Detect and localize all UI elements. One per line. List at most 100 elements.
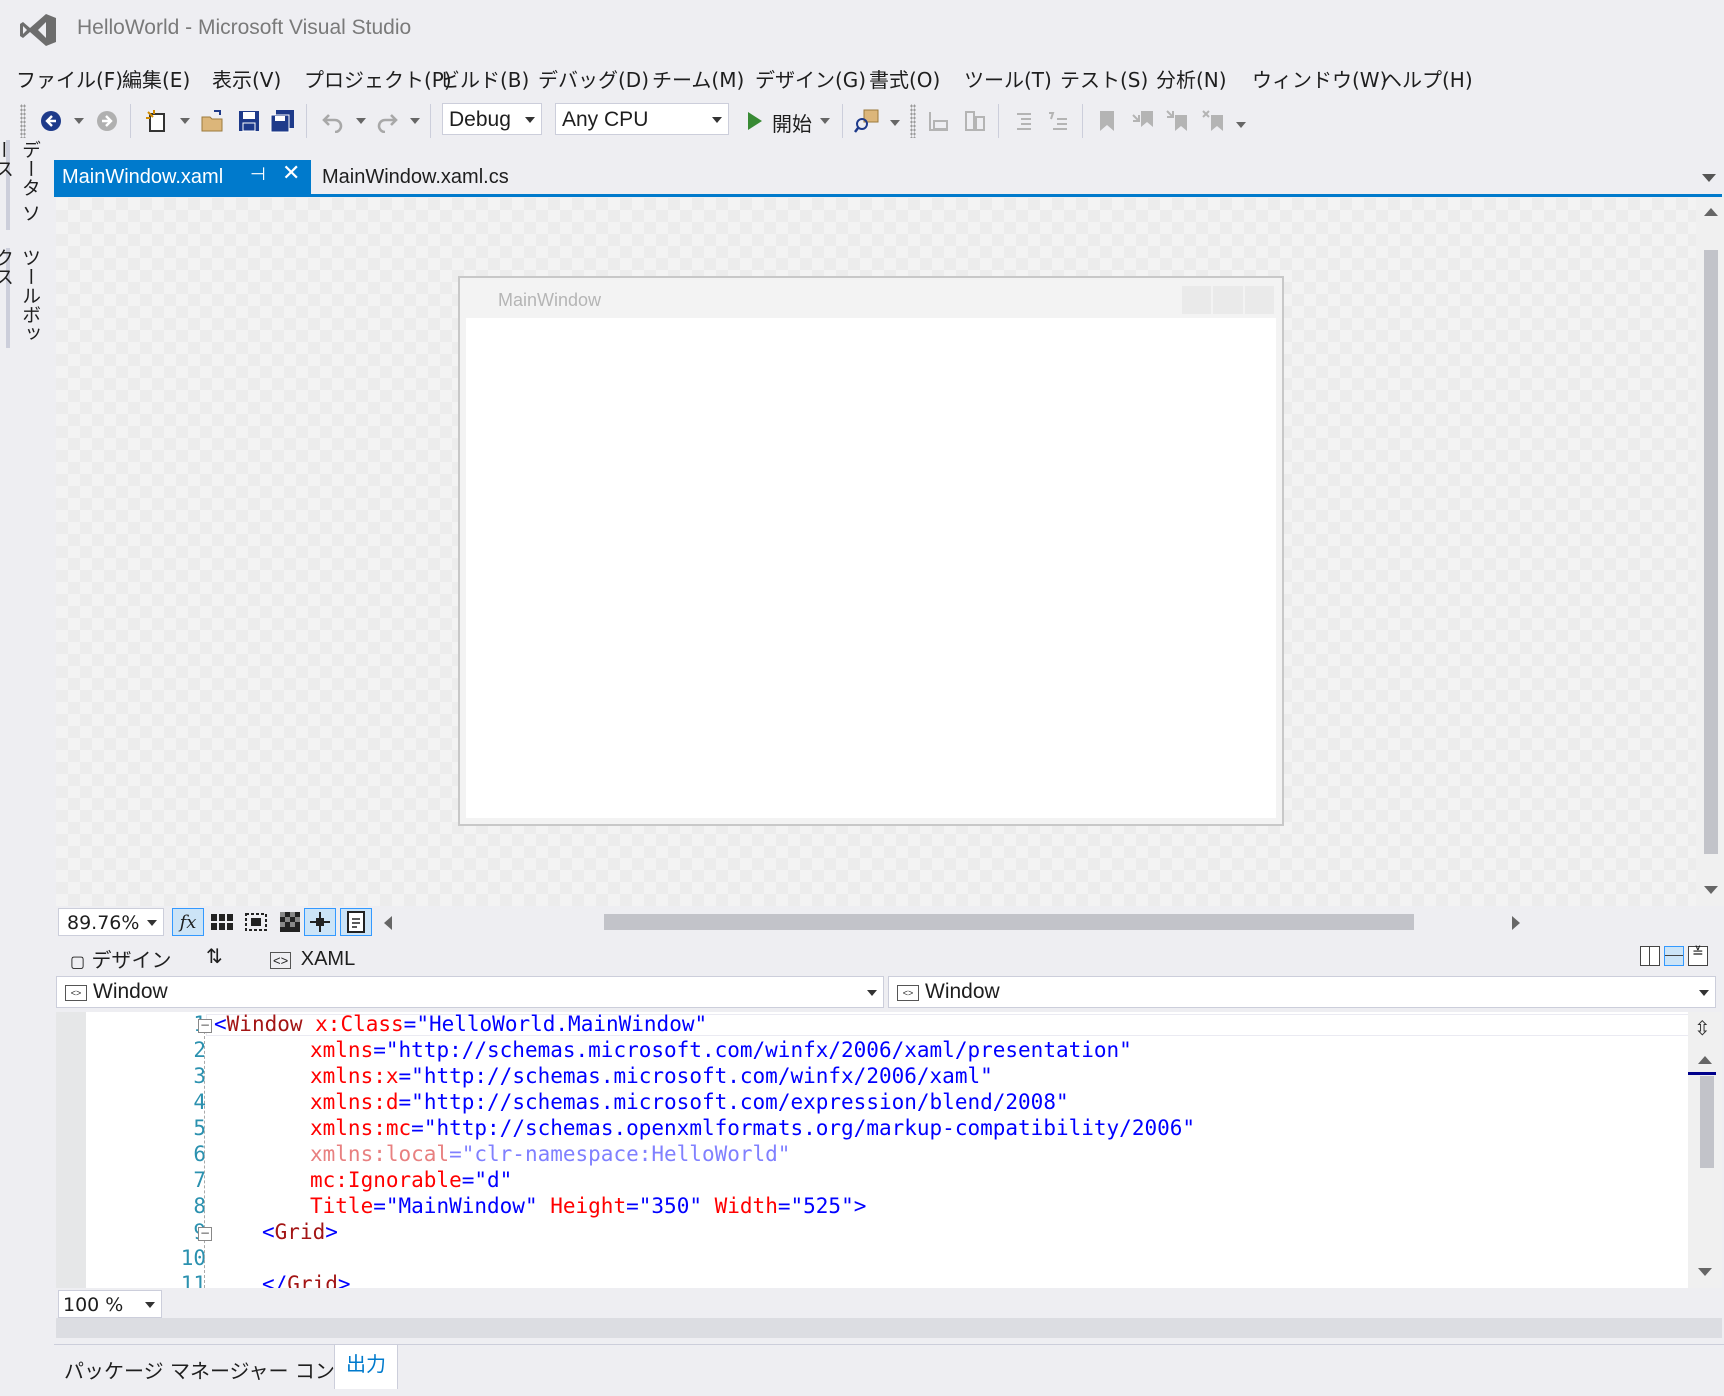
navigate-forward-icon[interactable] [92,106,122,136]
menu-analyze[interactable]: 分析(N) [1156,64,1227,93]
scroll-right-icon[interactable] [1512,916,1520,930]
code-line-3[interactable]: xmlns:x="http://schemas.microsoft.com/wi… [310,1064,993,1088]
open-file-icon[interactable] [198,106,228,136]
code-line-11[interactable]: </Grid> [262,1272,351,1288]
snap-to-grid-icon[interactable] [240,908,272,936]
editor-zoom-select[interactable]: 100 % [58,1290,162,1318]
side-tab-data-sources[interactable]: データ ソース [0,140,44,230]
close-icon[interactable]: ✕ [282,161,300,186]
navigate-back-icon[interactable] [36,106,66,136]
layout-icon[interactable] [924,106,954,136]
menu-project[interactable]: プロジェクト(P) [304,64,452,93]
scroll-thumb[interactable] [1700,1076,1714,1168]
save-all-icon[interactable] [268,106,298,136]
scroll-left-icon[interactable] [384,916,392,930]
menu-design[interactable]: デザイン(G) [755,64,866,93]
menu-view[interactable]: 表示(V) [212,64,281,93]
code-line-7[interactable]: mc:Ignorable="d" [310,1168,512,1192]
tab-mainwindow-xaml-cs[interactable]: MainWindow.xaml.cs [322,166,509,189]
solution-configuration-select[interactable]: Debug [442,103,542,135]
grid-lines-icon[interactable] [206,908,238,936]
toolbar-grip[interactable] [20,104,26,138]
start-label[interactable]: 開始 [772,108,812,137]
comment-lines-icon[interactable] [1008,106,1038,136]
navigate-back-dropdown[interactable] [74,118,84,124]
visual-studio-logo-icon [20,14,56,46]
tab-output[interactable]: 出力 [334,1345,398,1389]
editor-vertical-scrollbar[interactable]: ⇳ [1688,1012,1722,1288]
undo-icon[interactable] [318,106,348,136]
menu-bar: ファイル(F) 編集(E) 表示(V) プロジェクト(P) ビルド(B) デバッ… [0,56,1724,96]
solution-platform-select[interactable]: Any CPU [555,103,729,135]
designer-zoom-select[interactable]: 89.76% [58,908,164,936]
tab-overflow-icon[interactable] [1702,174,1716,182]
code-line-2[interactable]: xmlns="http://schemas.microsoft.com/winf… [310,1038,1132,1062]
start-dropdown[interactable] [820,118,830,124]
effects-toggle-button[interactable]: fx [172,908,204,936]
side-tab-toolbox[interactable]: ツールボックス [0,248,44,348]
column-layout-icon[interactable] [960,106,990,136]
preview-client-area[interactable] [466,318,1276,818]
toolbar-overflow-dropdown[interactable] [1236,122,1246,128]
window-preview[interactable]: MainWindow [458,276,1284,826]
scroll-up-icon[interactable] [1698,1056,1712,1064]
vertical-split-icon[interactable] [1640,946,1660,966]
clear-bookmarks-icon[interactable] [1198,106,1228,136]
code-line-5[interactable]: xmlns:mc="http://schemas.openxmlformats.… [310,1116,1195,1140]
new-project-dropdown[interactable] [180,118,190,124]
code-line-4[interactable]: xmlns:d="http://schemas.microsoft.com/ex… [310,1090,1069,1114]
indicator-margin[interactable] [56,1012,86,1288]
menu-build[interactable]: ビルド(B) [440,64,529,93]
code-line-6[interactable]: xmlns:local="clr-namespace:HelloWorld" [310,1142,790,1166]
pin-icon[interactable]: ⊣ [250,164,266,185]
redo-icon[interactable] [372,106,402,136]
scroll-down-icon[interactable] [1698,1268,1712,1276]
tab-mainwindow-xaml[interactable]: MainWindow.xaml ⊣ ✕ [54,160,311,196]
toolbar-grip[interactable] [910,104,916,138]
collapse-region-icon[interactable]: − [198,1227,212,1241]
menu-tools[interactable]: ツール(T) [964,64,1052,93]
design-vertical-scrollbar[interactable] [1696,198,1724,906]
menu-format[interactable]: 書式(O) [869,64,940,93]
element-member-select[interactable]: <> Window [888,976,1716,1008]
toolbar-options-dropdown[interactable] [890,120,900,126]
code-line-8[interactable]: Title="MainWindow" Height="350" Width="5… [310,1194,866,1218]
menu-help[interactable]: ヘルプ(H) [1382,64,1473,93]
undo-dropdown[interactable] [356,118,366,124]
swap-panes-icon[interactable]: ⇅ [206,944,223,968]
menu-file[interactable]: ファイル(F) [16,64,123,93]
scroll-up-icon[interactable] [1704,208,1718,216]
line-number: 5 [193,1116,206,1140]
menu-debug[interactable]: デバッグ(D) [538,64,649,93]
collapse-pane-icon[interactable]: ≚ [1688,945,1708,966]
previous-bookmark-icon[interactable] [1128,106,1158,136]
scroll-down-icon[interactable] [1704,886,1718,894]
tab-xaml[interactable]: <> XAML [270,948,355,971]
uncomment-lines-icon[interactable] [1044,106,1074,136]
menu-edit[interactable]: 編集(E) [122,64,190,93]
scroll-thumb[interactable] [1704,250,1718,854]
split-window-icon[interactable]: ⇳ [1694,1016,1711,1040]
snap-to-snaplines-icon[interactable] [304,908,336,936]
start-debugging-button[interactable] [740,106,770,136]
menu-test[interactable]: テスト(S) [1060,64,1148,93]
device-preview-icon[interactable] [340,908,372,936]
menu-team[interactable]: チーム(M) [652,64,744,93]
save-icon[interactable] [234,106,264,136]
xaml-code-editor[interactable]: 1 2 3 4 5 6 7 8 9 10 11 − − <Window x:Cl… [56,1012,1688,1288]
bookmark-icon[interactable] [1092,106,1122,136]
artboard-background-icon[interactable] [274,908,306,936]
code-line-9[interactable]: <Grid> [262,1220,338,1244]
menu-window[interactable]: ウィンドウ(W) [1252,64,1387,93]
editor-horizontal-scrollbar[interactable] [56,1318,1722,1338]
element-scope-select[interactable]: <> Window [56,976,884,1008]
find-in-files-icon[interactable] [852,106,882,136]
redo-dropdown[interactable] [410,118,420,124]
next-bookmark-icon[interactable] [1162,106,1192,136]
horizontal-scroll-thumb[interactable] [604,914,1414,930]
horizontal-split-icon[interactable] [1664,946,1684,966]
new-project-icon[interactable] [142,106,172,136]
code-line-1[interactable]: <Window x:Class="HelloWorld.MainWindow" [214,1012,707,1036]
tab-design[interactable]: ▢ デザイン [70,944,171,973]
collapse-region-icon[interactable]: − [198,1019,212,1033]
